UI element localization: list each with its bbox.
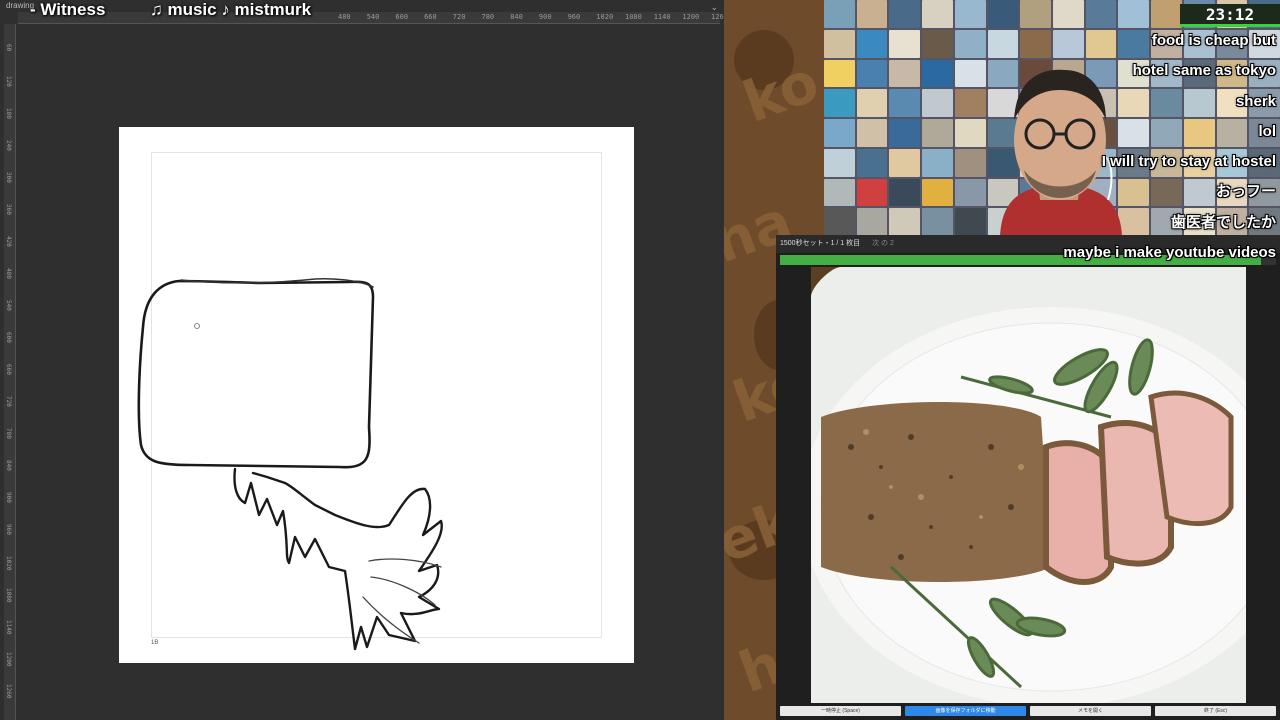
chevron-down-icon[interactable]: ⌄: [710, 2, 718, 13]
ruler-tick: 1020: [5, 556, 12, 571]
ruler-tick: 1020: [596, 13, 614, 21]
chat-message: lol: [1258, 122, 1277, 140]
ruler-tick: 840: [510, 13, 523, 21]
ruler-tick: 780: [481, 13, 495, 21]
ruler-tick: 480: [5, 268, 12, 279]
drawing-app-window: drawing 480 540 600 660 720 780 840 900 960 1020 1…: [0, 0, 728, 720]
ruler-tick: 1200: [5, 652, 12, 667]
ruler-tick: 420: [5, 236, 12, 247]
ruler-tick: 720: [452, 13, 466, 21]
sketch-box-stroke: [137, 279, 375, 469]
ruler-tick: 240: [5, 140, 12, 151]
ruler-tick: 840: [5, 460, 12, 471]
horizontal-ruler: 480 540 600 660 720 780 840 900 960 1020 1080 1140 1…: [18, 12, 728, 24]
viewer-set-label: 1500秒セット・1 / 1 枚目: [780, 240, 861, 247]
sketch-strokes: [137, 277, 443, 651]
ruler-tick: 960: [5, 524, 12, 535]
viewer-button-row: 一時停止 (Space) 画像を保存フォルダに移動 メモを開く 終了 (Esc): [780, 706, 1276, 716]
ruler-tick: 660: [5, 364, 12, 375]
ruler-tick: 900: [538, 13, 552, 21]
ruler-tick: 180: [5, 108, 12, 119]
viewer-button[interactable]: 画像を保存フォルダに移動: [905, 706, 1026, 716]
roast-pork-image: [811, 267, 1246, 703]
ruler-tick: 480: [338, 13, 351, 21]
ruler-tick: 1260: [5, 684, 12, 699]
ruler-tick: 900: [5, 492, 12, 503]
ruler-tick: 600: [5, 332, 12, 343]
chat-message: maybe i make youtube videos: [1063, 244, 1276, 262]
screen: drawing 480 540 600 660 720 780 840 900 960 1020 1…: [0, 0, 1280, 720]
viewer-next-label[interactable]: 次 の 2: [872, 240, 894, 247]
chat-message: sherk: [1235, 92, 1276, 110]
ruler-tick: 600: [395, 13, 409, 21]
ruler-tick: 780: [5, 428, 12, 439]
ruler-tick: 1140: [653, 13, 671, 21]
stream-overlay-music: ♫ music ♪ mistmurk: [150, 0, 312, 19]
ruler-tick: 540: [5, 300, 12, 311]
ruler-tick: 720: [5, 396, 12, 407]
chat-message: I will try to stay at hostel: [1101, 153, 1276, 171]
sketch-hand-stroke-2: [362, 558, 442, 644]
viewer-button[interactable]: メモを開く: [1030, 706, 1151, 716]
stream-timer: 23:12: [1180, 4, 1280, 26]
ruler-tick: 1200: [682, 13, 700, 21]
ruler-tick: 1080: [5, 588, 12, 603]
chat-message: おっフー: [1215, 183, 1276, 201]
viewer-button[interactable]: 一時停止 (Space): [780, 706, 901, 716]
ruler-tick: 1080: [625, 13, 642, 21]
ruler-tick: 360: [5, 204, 12, 215]
ruler-tick: 960: [567, 13, 581, 21]
ruler-tick: 660: [424, 13, 437, 21]
ruler-tick: 120: [5, 76, 12, 87]
chat-message: hotel same as tokyo: [1132, 62, 1276, 80]
stream-overlay-title: - Witness: [30, 0, 106, 19]
ruler-tick: 540: [366, 13, 380, 21]
sketch-dot: [194, 323, 200, 329]
reference-viewer: 1500秒セット・1 / 1 枚目 次 の 2 一時停止 (Space) 画像を…: [776, 235, 1280, 720]
chat-message: 歯医者でしたか: [1170, 213, 1276, 231]
ruler-tick: 1140: [5, 620, 12, 635]
reference-photo: [811, 267, 1246, 703]
ruler-tick: 300: [5, 172, 12, 183]
viewer-button[interactable]: 終了 (Esc): [1155, 706, 1276, 716]
vertical-ruler: 60 120 180 240 300 360 420 480 540 600 660 720 780 84…: [4, 24, 16, 720]
chat-message: food is cheap but: [1151, 32, 1276, 49]
chat-overlay: food is cheap but hotel same as tokyo sher…: [976, 26, 1276, 268]
ruler-tick: 60: [5, 44, 12, 52]
sketch-hand-stroke: [233, 467, 443, 651]
